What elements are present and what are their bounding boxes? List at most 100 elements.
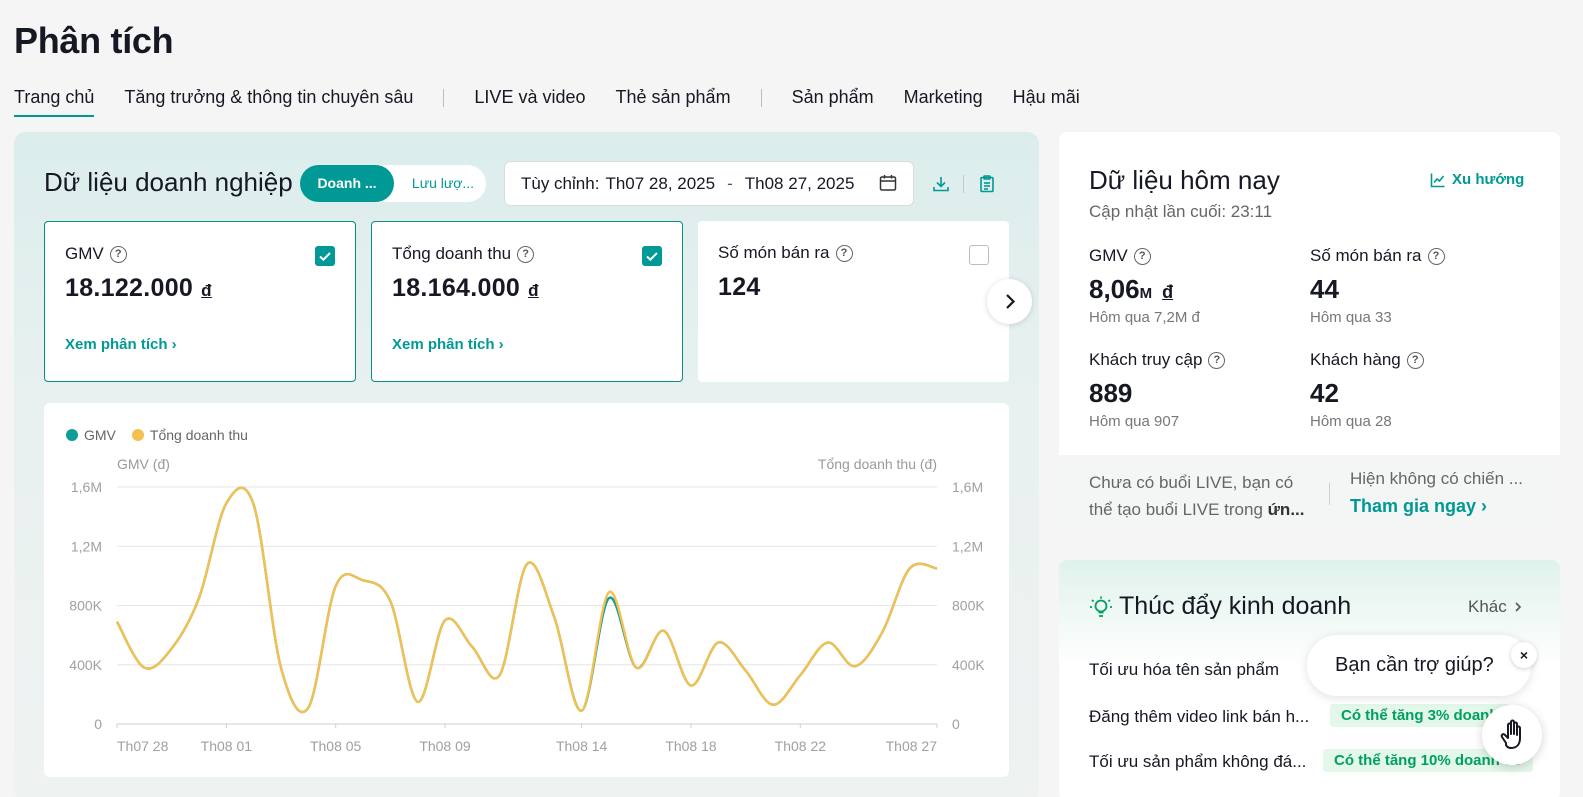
metric-value-wrap: 18.164.000 đ [392,274,539,303]
boost-more-label: Khác [1468,597,1507,616]
help-icon[interactable]: ? [835,244,853,262]
boost-item[interactable]: Tối ưu hóa tên sản phẩm [1089,660,1279,680]
stat-label: Khách truy cập [1089,350,1203,369]
tab-home[interactable]: Trang chủ [14,86,95,117]
tab-marketing[interactable]: Marketing [904,86,983,117]
stat-label: Số món bán ra [1310,246,1422,265]
metric-label: Số món bán ra [718,243,830,262]
metric-label-wrap: Số món bán ra? [718,243,853,263]
tab-growth[interactable]: Tăng trưởng & thông tin chuyên sâu [124,86,413,117]
today-stat-gmv: GMV? 8,06M đ Hôm qua 7,2M đ [1089,246,1200,326]
y-tick-label-left: 400K [69,657,102,673]
x-tick-label: Th08 01 [201,738,253,754]
checkmark-icon [646,252,658,262]
metric-card-items-sold[interactable]: Số món bán ra? 124 [698,221,1009,382]
join-now-link[interactable]: Tham gia ngay › [1350,496,1487,517]
chevron-right-icon [1515,602,1521,612]
stat-yesterday: Hôm qua 907 [1089,413,1180,430]
series-line-gmv [115,486,938,714]
tab-after-sales[interactable]: Hậu mãi [1013,86,1080,117]
tab-products[interactable]: Sản phẩm [792,86,874,117]
boost-item[interactable]: Tối ưu sản phẩm không đá... [1089,752,1306,772]
live-notice-text: thể tạo buổi LIVE trong [1089,500,1268,519]
metric-card-total-revenue[interactable]: Tổng doanh thu? 18.164.000 đ Xem phân tíc… [371,221,683,382]
date-start: Th07 28, 2025 [605,173,716,193]
x-tick-label: Th08 05 [310,738,362,754]
metric-label: Tổng doanh thu [392,244,512,263]
help-icon[interactable]: ? [109,245,127,263]
series-line-total-revenue [115,486,938,714]
metric-label-wrap: Tổng doanh thu? [392,244,535,264]
view-analysis-link[interactable]: Xem phân tích › [65,336,177,353]
help-bubble[interactable]: Bạn cần trợ giúp? [1307,635,1531,696]
x-tick-label: Th08 18 [665,738,717,754]
x-tick-label: Th08 09 [419,738,471,754]
boost-business-title: Thúc đẩy kinh doanh [1119,592,1352,620]
y-tick-label-right: 1,2M [952,538,983,554]
metric-checkbox[interactable] [642,246,662,266]
metric-checkbox[interactable] [969,245,989,265]
y-tick-label-left: 0 [94,716,102,732]
page-title: Phân tích [14,20,174,61]
view-analysis-link[interactable]: Xem phân tích › [392,336,504,353]
stat-label: Khách hàng [1310,350,1401,369]
y-tick-label-right: 1,6M [952,479,983,495]
trend-label: Xu hướng [1452,171,1525,188]
strip-divider [1329,483,1330,505]
boost-more-link[interactable]: Khác [1468,597,1525,617]
help-icon[interactable]: ? [517,245,535,263]
help-icon[interactable]: ? [1208,351,1226,369]
y-axis-title-right: Tổng doanh thu (đ) [818,456,937,472]
waving-hand-icon [1500,719,1521,749]
boost-item[interactable]: Đăng thêm video link bán h... [1089,707,1309,727]
stat-label: GMV [1089,246,1128,265]
metric-value-wrap: 18.122.000 đ [65,274,212,303]
help-hand-button[interactable] [1482,705,1542,765]
x-tick-label: Th08 14 [556,738,608,754]
line-chart: GMV (đ) Tổng doanh thu (đ) 0 0 400K 400K 800K 8… [69,456,985,754]
stat-value: 8,06 [1089,274,1140,304]
toggle-revenue[interactable]: Doanh ... [300,165,394,202]
trend-link[interactable]: Xu hướng [1430,171,1524,188]
next-metrics-button[interactable] [987,279,1032,324]
metric-card-gmv[interactable]: GMV? 18.122.000 đ Xem phân tích › [44,221,356,382]
currency-symbol: đ [528,281,539,300]
x-tick-label: Th08 22 [775,738,827,754]
download-icon[interactable] [932,175,952,195]
help-icon[interactable]: ? [1133,247,1151,265]
stat-value: 44 [1310,274,1339,304]
metric-checkbox[interactable] [315,246,335,266]
metric-label-wrap: GMV? [65,244,127,264]
live-notice: Chưa có buổi LIVE, bạn có thể tạo buổi L… [1089,469,1314,523]
stat-unit: M [1139,285,1153,302]
live-notice-link[interactable]: ứn... [1268,500,1305,519]
tab-live-video[interactable]: LIVE và video [474,86,585,117]
date-separator: - [727,173,733,193]
today-data-title: Dữ liệu hôm nay [1089,165,1280,195]
toggle-traffic[interactable]: Lưu lượ... [404,165,482,202]
metric-type-toggle: Doanh ... Lưu lượ... [300,165,486,202]
metric-value: 18.122.000 [65,274,194,302]
today-stat-visitors: Khách truy cập? 889 Hôm qua 907 [1089,350,1226,430]
stat-label-wrap: Số món bán ra? [1310,246,1445,266]
metric-value: 124 [718,273,761,301]
chevron-right-icon [1006,294,1016,309]
tab-divider [760,89,762,107]
calendar-icon [879,174,897,197]
y-tick-label-right: 400K [952,657,985,673]
y-tick-label-left: 1,6M [71,479,102,495]
tab-product-card[interactable]: Thẻ sản phẩm [616,86,731,117]
help-icon[interactable]: ? [1406,351,1424,369]
currency-symbol: đ [201,281,212,300]
date-range-picker[interactable]: Tùy chỉnh: Th07 28, 2025 - Th08 27, 2025 [504,161,914,206]
tab-divider [443,89,445,107]
y-tick-label-right: 0 [952,716,960,732]
today-stat-items-sold: Số món bán ra? 44 Hôm qua 33 [1310,246,1445,326]
report-icon[interactable] [978,175,998,195]
y-tick-label-left: 1,2M [71,538,102,554]
stat-yesterday: Hôm qua 28 [1310,413,1392,430]
help-icon[interactable]: ? [1427,247,1445,265]
close-icon[interactable]: × [1511,642,1537,668]
x-tick-label: Th07 28 [117,738,169,754]
metric-value: 18.164.000 [392,274,521,302]
